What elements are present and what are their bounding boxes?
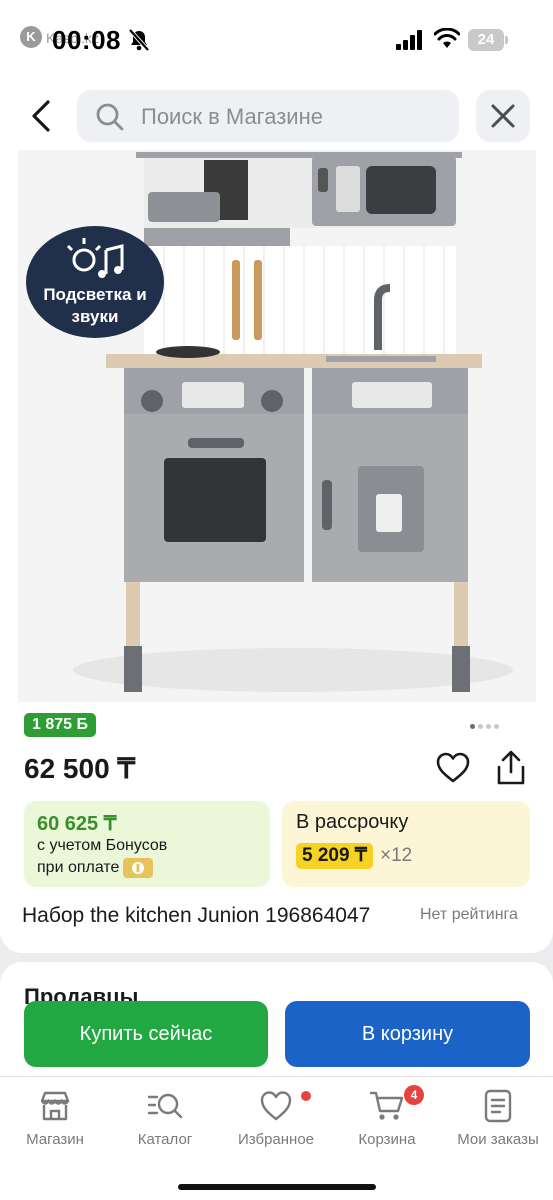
tab-label: Каталог	[137, 1131, 193, 1148]
cellular-signal-icon	[396, 30, 422, 50]
search-placeholder: Поиск в Магазине	[141, 104, 323, 129]
close-icon	[491, 104, 515, 128]
promo-badge-text: Подсветка и звуки	[43, 285, 147, 326]
bonus-price: 60 625 ₸	[37, 813, 117, 835]
carousel-page-indicator	[470, 716, 502, 734]
store-icon	[40, 1091, 70, 1121]
share-icon	[497, 750, 525, 785]
product-title: Набор the kitchen Junion 196864047	[22, 904, 371, 927]
home-indicator	[178, 1184, 376, 1190]
back-button[interactable]	[22, 94, 62, 138]
bonus-price-box[interactable]: 60 625 ₸ с учетом Бонусов при оплате	[24, 801, 270, 887]
orders-icon	[484, 1089, 512, 1123]
installment-multiplier: ×12	[380, 845, 413, 866]
add-to-cart-button[interactable]: В корзину	[285, 1001, 530, 1067]
tab-my-orders[interactable]: Мои заказы	[443, 1089, 553, 1148]
product-image-carousel[interactable]: Подсветка и звуки	[18, 150, 536, 702]
bottom-tab-bar: Магазин Каталог Избранное 4 Корзина Мои …	[0, 1076, 553, 1200]
installment-box[interactable]: В рассрочку 5 209 ₸ ×12	[282, 801, 530, 887]
tab-store[interactable]: Магазин	[0, 1089, 110, 1148]
tab-favorites[interactable]: Избранное	[221, 1089, 331, 1148]
wifi-icon	[434, 28, 460, 48]
lightbulb-music-icon	[66, 238, 124, 278]
tab-catalog[interactable]: Каталог	[110, 1089, 220, 1148]
bonus-points-badge: 1 875 Б	[24, 713, 96, 737]
tab-label: Мои заказы	[457, 1131, 539, 1148]
product-card: Подсветка и звуки 1 875 Б 62 500 ₸ 60 62…	[0, 150, 553, 953]
bonus-price-caption-line1: с учетом Бонусов	[37, 837, 168, 854]
promo-badge: Подсветка и звуки	[26, 226, 164, 338]
kaspi-gold-card-icon	[123, 858, 153, 878]
chevron-left-icon	[32, 100, 50, 132]
carousel-dot	[494, 724, 499, 729]
cart-count-badge: 4	[404, 1085, 424, 1105]
search-input[interactable]: Поиск в Магазине	[77, 90, 459, 142]
product-rating[interactable]: Нет рейтинга	[420, 906, 518, 924]
catalog-search-icon	[147, 1093, 183, 1119]
product-page: K Kaspi.kz 00:08 24 Поиск в Магазине Под…	[0, 0, 553, 1200]
close-button[interactable]	[476, 90, 530, 142]
carousel-dot	[486, 724, 491, 729]
installment-title: В рассрочку	[296, 811, 409, 833]
cart-icon	[369, 1091, 404, 1120]
favorites-notification-dot	[301, 1091, 311, 1101]
share-button[interactable]	[494, 750, 528, 791]
installment-amount: 5 209 ₸	[296, 843, 373, 869]
carousel-dot	[470, 724, 475, 729]
tab-label: Магазин	[26, 1131, 84, 1148]
tab-label: Корзина	[358, 1131, 416, 1148]
top-navigation: Поиск в Магазине	[0, 80, 553, 150]
heart-icon	[260, 1091, 292, 1121]
product-price: 62 500 ₸	[24, 753, 136, 784]
battery-indicator: 24	[468, 29, 504, 51]
add-to-favorites-button[interactable]	[436, 752, 470, 789]
bell-muted-icon	[128, 28, 150, 52]
buy-now-button[interactable]: Купить сейчас	[24, 1001, 268, 1067]
carousel-dot	[478, 724, 483, 729]
bonus-price-caption-line2: при оплате	[37, 859, 120, 876]
status-bar: K Kaspi.kz 00:08 24	[0, 0, 553, 80]
status-time: 00:08	[52, 25, 121, 55]
tab-label: Избранное	[237, 1131, 315, 1148]
tab-cart[interactable]: 4 Корзина	[332, 1085, 442, 1148]
kaspi-app-icon: K	[20, 26, 42, 48]
heart-outline-icon	[436, 752, 470, 783]
battery-tip	[505, 36, 508, 44]
search-icon	[96, 103, 124, 131]
